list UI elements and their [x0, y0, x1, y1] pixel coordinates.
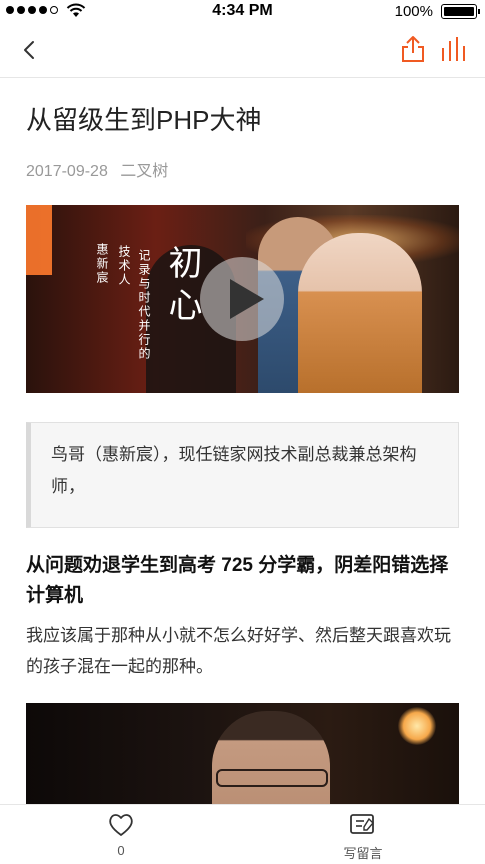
article-photo	[26, 703, 459, 808]
battery-percent: 100%	[394, 3, 433, 20]
write-comment-icon	[350, 814, 374, 834]
share-button[interactable]	[400, 35, 426, 63]
stats-button[interactable]	[440, 36, 468, 62]
video-subtitle: 记录与时代并行的	[137, 249, 151, 361]
article-author[interactable]: 二叉树	[120, 163, 168, 180]
chevron-left-icon	[24, 41, 34, 59]
quote-text: 鸟哥（惠新宸），现任链家网技术副总裁兼总架构师，	[51, 445, 417, 496]
write-comment-button[interactable]: 写留言	[330, 813, 396, 861]
video-title: 初心	[162, 245, 202, 329]
play-button[interactable]	[200, 257, 284, 341]
like-count: 0	[117, 843, 125, 858]
video-figure	[298, 233, 422, 393]
video-player[interactable]: 初心 记录与时代并行的 技术人 惠新宸	[26, 205, 459, 393]
stats-icon	[442, 37, 465, 61]
article-meta: 2017-09-28 二叉树	[26, 157, 176, 181]
back-button[interactable]	[18, 38, 42, 62]
photo-figure	[212, 711, 330, 808]
section-heading: 从问题劝退学生到高考 725 分学霸，阴差阳错选择计算机	[26, 555, 449, 606]
play-icon	[230, 279, 264, 319]
article-date: 2017-09-28	[26, 163, 108, 180]
nav-bar	[0, 22, 485, 78]
quote-block: 鸟哥（惠新宸），现任链家网技术副总裁兼总架构师，	[26, 422, 459, 528]
heart-icon	[109, 814, 133, 836]
video-light	[26, 205, 52, 275]
write-comment-label: 写留言	[343, 846, 383, 861]
photo-light	[398, 707, 436, 745]
photo-glasses	[216, 769, 328, 787]
status-bar: 4:34 PM 100%	[0, 0, 485, 22]
battery-icon	[441, 4, 480, 19]
video-subtitle: 惠新宸	[95, 243, 109, 285]
share-icon	[402, 36, 424, 62]
article-title: 从留级生到PHP大神	[26, 105, 262, 135]
video-subtitle: 技术人	[117, 245, 131, 287]
like-button[interactable]: 0	[96, 813, 146, 859]
bottom-toolbar: 0 写留言	[0, 804, 485, 864]
body-paragraph: 我应该属于那种从小就不怎么好好学、然后整天跟喜欢玩的孩子混在一起的那种。	[26, 626, 451, 676]
